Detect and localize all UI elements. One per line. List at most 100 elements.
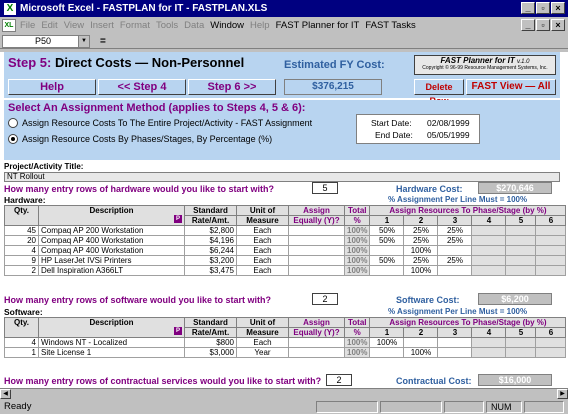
cell-p3[interactable]: 25% <box>437 225 473 236</box>
cell-unit[interactable]: Each <box>236 337 289 348</box>
cell-rate[interactable]: $3,000 <box>184 347 237 358</box>
cell-qty[interactable]: 45 <box>4 225 39 236</box>
cell-rate[interactable]: $3,200 <box>184 255 237 266</box>
cell-p1[interactable]: 100% <box>369 337 405 348</box>
close-button[interactable]: × <box>551 2 565 14</box>
p-button[interactable]: P <box>174 215 182 223</box>
cell-unit[interactable]: Each <box>236 265 289 276</box>
cell-p2[interactable] <box>403 337 439 348</box>
menu-window[interactable]: Window <box>210 20 244 31</box>
cell-p2[interactable]: 25% <box>403 225 439 236</box>
contract-rows-input[interactable]: 2 <box>326 374 352 386</box>
menu-data[interactable]: Data <box>184 20 204 31</box>
cell-p1[interactable] <box>369 265 405 276</box>
doc-restore-button[interactable]: ▫ <box>536 19 550 31</box>
cell-unit[interactable]: Each <box>236 225 289 236</box>
radio-by-phase[interactable] <box>8 134 18 144</box>
cell-tot[interactable]: 100% <box>343 245 371 256</box>
horizontal-scrollbar[interactable]: ◀ ▶ <box>0 388 568 399</box>
fast-view-button[interactable]: FAST View — All <box>466 79 556 95</box>
minimize-button[interactable]: _ <box>521 2 535 14</box>
worksheet[interactable]: Step 5: Direct Costs — Non-Personnel Est… <box>0 50 568 388</box>
name-box[interactable]: P50 ▼ <box>2 34 90 48</box>
cell-desc[interactable]: HP LaserJet IVSi Printers <box>38 255 185 266</box>
radio-fast-assignment[interactable] <box>8 118 18 128</box>
cell-qty[interactable]: 1 <box>4 347 39 358</box>
maximize-button[interactable]: ▫ <box>536 2 550 14</box>
cell-desc[interactable]: Dell Inspiration A366LT <box>38 265 185 276</box>
table-row[interactable]: 45 Compaq AP 200 Workstation $2,800 Each 100… <box>4 225 567 236</box>
cell-qty[interactable]: 4 <box>4 245 39 256</box>
cell-unit[interactable]: Year <box>236 347 289 358</box>
menu-fast-tasks[interactable]: FAST Tasks <box>365 20 415 31</box>
cell-desc[interactable]: Compaq AP 200 Workstation <box>38 225 185 236</box>
cell-tot[interactable]: 100% <box>343 225 371 236</box>
cell-tot[interactable]: 100% <box>343 265 371 276</box>
table-row[interactable]: 20 Compaq AP 400 Workstation $4,196 Each 100… <box>4 235 567 246</box>
table-row[interactable]: 4 Windows NT - Localized $800 Each 100% 100% <box>4 337 567 348</box>
menu-help[interactable]: Help <box>250 20 270 31</box>
radio-fast-assignment-label[interactable]: Assign Resource Costs To The Entire Proj… <box>22 118 312 128</box>
radio-by-phase-label[interactable]: Assign Resource Costs By Phases/Stages, … <box>22 134 272 144</box>
cell-p1[interactable]: 50% <box>369 235 405 246</box>
cell-p2[interactable]: 100% <box>403 245 439 256</box>
project-title-field[interactable]: NT Rollout <box>4 172 560 182</box>
cell-p3[interactable]: 25% <box>437 235 473 246</box>
cell-rate[interactable]: $6,244 <box>184 245 237 256</box>
table-row[interactable]: 1 Site License 1 $3,000 Year 100% 100% <box>4 347 567 358</box>
help-button[interactable]: Help <box>8 79 96 95</box>
next-step-button[interactable]: Step 6 >> <box>188 79 276 95</box>
cell-p1[interactable] <box>369 245 405 256</box>
scroll-right-icon[interactable]: ▶ <box>557 389 568 399</box>
cell-tot[interactable]: 100% <box>343 255 371 266</box>
menu-fast-planner[interactable]: FAST Planner for IT <box>276 20 360 31</box>
delete-row-button[interactable]: Delete Row <box>414 79 464 106</box>
doc-minimize-button[interactable]: _ <box>521 19 535 31</box>
cell-tot[interactable]: 100% <box>343 347 371 358</box>
cell-qty[interactable]: 9 <box>4 255 39 266</box>
cell-p2[interactable]: 25% <box>403 255 439 266</box>
cell-p3[interactable] <box>437 347 473 358</box>
cell-desc[interactable]: Windows NT - Localized <box>38 337 185 348</box>
cell-desc[interactable]: Compaq AP 400 Workstation <box>38 235 185 246</box>
cell-tot[interactable]: 100% <box>343 337 371 348</box>
cell-p3[interactable] <box>437 245 473 256</box>
cell-rate[interactable]: $3,475 <box>184 265 237 276</box>
menu-edit[interactable]: Edit <box>41 20 57 31</box>
cell-rate[interactable]: $800 <box>184 337 237 348</box>
table-row[interactable]: 2 Dell Inspiration A366LT $3,475 Each 100% 10… <box>4 265 567 276</box>
software-rows-input[interactable]: 2 <box>312 293 338 305</box>
table-row[interactable]: 4 Compaq AP 400 Workstation $6,244 Each 100%… <box>4 245 567 256</box>
cell-unit[interactable]: Each <box>236 245 289 256</box>
cell-tot[interactable]: 100% <box>343 235 371 246</box>
cell-desc[interactable]: Compaq AP 400 Workstation <box>38 245 185 256</box>
cell-p3[interactable] <box>437 337 473 348</box>
cell-qty[interactable]: 2 <box>4 265 39 276</box>
menu-tools[interactable]: Tools <box>156 20 178 31</box>
doc-close-button[interactable]: × <box>551 19 565 31</box>
cell-rate[interactable]: $2,800 <box>184 225 237 236</box>
cell-rate[interactable]: $4,196 <box>184 235 237 246</box>
p-button[interactable]: P <box>174 327 182 335</box>
cell-p2[interactable]: 25% <box>403 235 439 246</box>
cell-unit[interactable]: Each <box>236 255 289 266</box>
menu-format[interactable]: Format <box>120 20 150 31</box>
prev-step-button[interactable]: << Step 4 <box>98 79 186 95</box>
chevron-down-icon[interactable]: ▼ <box>78 35 89 47</box>
cell-qty[interactable]: 4 <box>4 337 39 348</box>
scroll-left-icon[interactable]: ◀ <box>0 389 11 399</box>
cell-p1[interactable]: 50% <box>369 255 405 266</box>
cell-desc[interactable]: Site License 1 <box>38 347 185 358</box>
cell-p2[interactable]: 100% <box>403 265 439 276</box>
cell-unit[interactable]: Each <box>236 235 289 246</box>
menu-view[interactable]: View <box>64 20 84 31</box>
hardware-rows-input[interactable]: 5 <box>312 182 338 194</box>
cell-p1[interactable]: 50% <box>369 225 405 236</box>
cell-p3[interactable]: 25% <box>437 255 473 266</box>
table-row[interactable]: 9 HP LaserJet IVSi Printers $3,200 Each 100%… <box>4 255 567 266</box>
cell-p2[interactable]: 100% <box>403 347 439 358</box>
cell-qty[interactable]: 20 <box>4 235 39 246</box>
menu-insert[interactable]: Insert <box>90 20 114 31</box>
menu-file[interactable]: File <box>20 20 35 31</box>
workbook-icon[interactable]: XL <box>2 19 16 32</box>
